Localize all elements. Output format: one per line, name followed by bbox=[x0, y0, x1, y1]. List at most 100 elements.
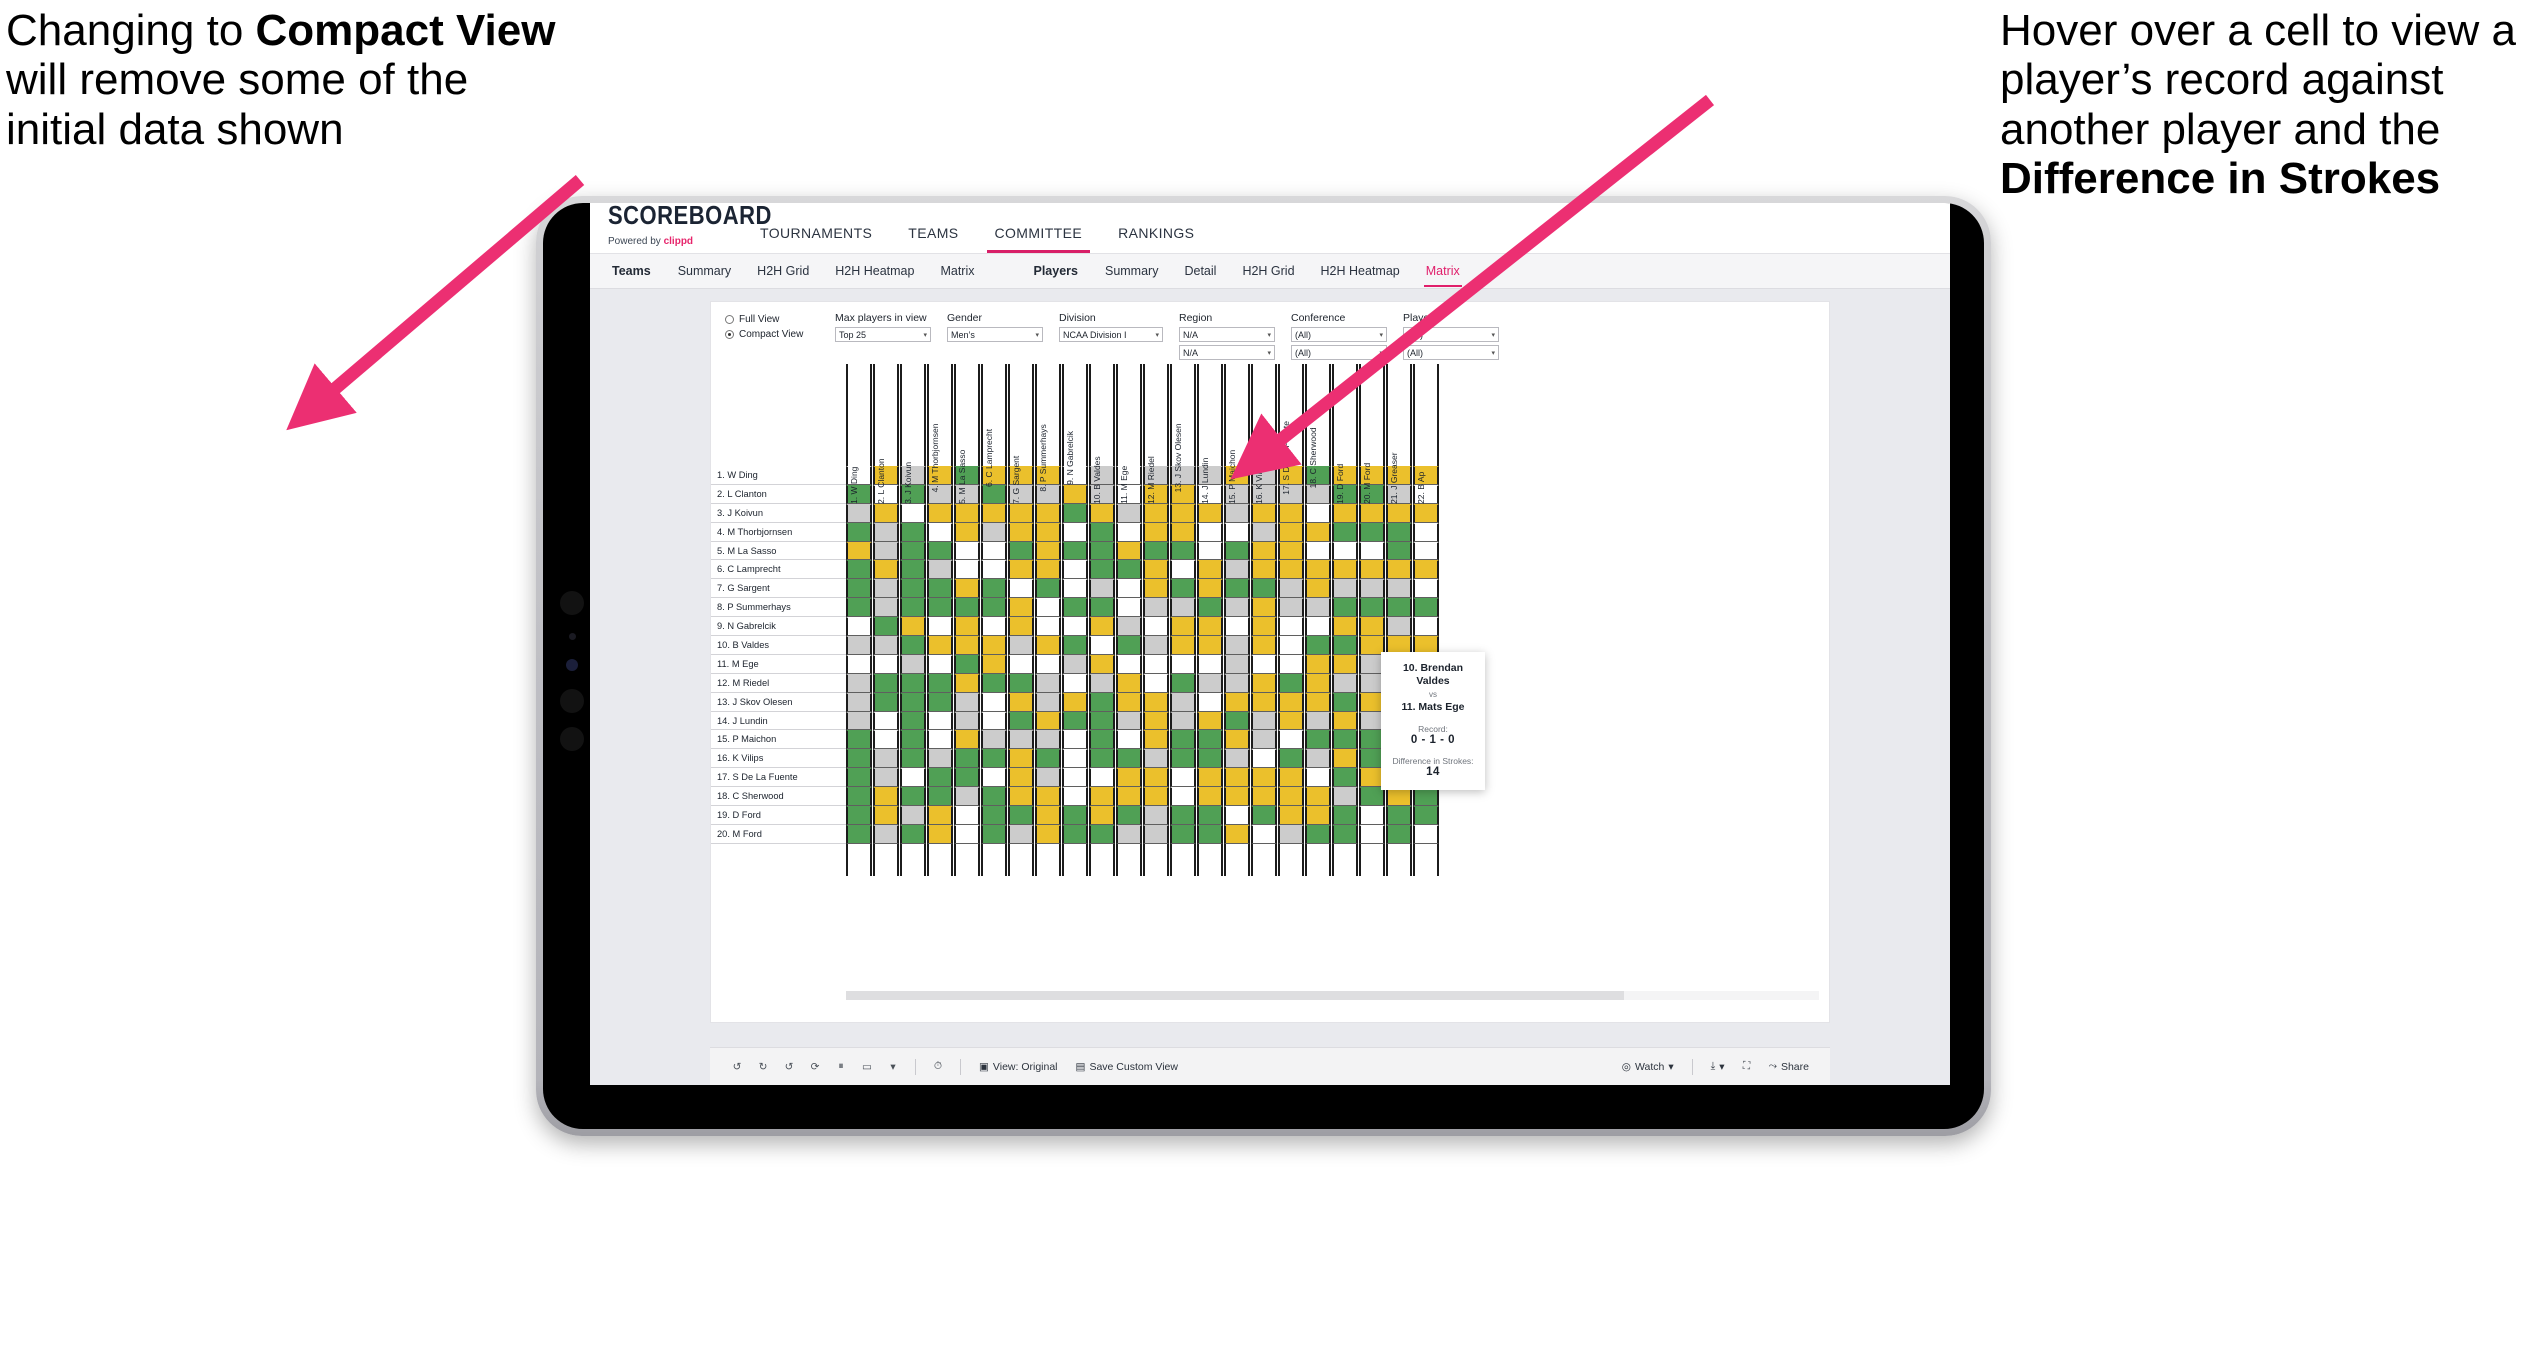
matrix-cell[interactable] bbox=[1305, 768, 1331, 788]
matrix-cell[interactable] bbox=[927, 617, 953, 637]
matrix-cell[interactable] bbox=[1116, 503, 1142, 523]
matrix-cell[interactable] bbox=[1251, 617, 1277, 637]
matrix-cell[interactable] bbox=[1062, 598, 1088, 618]
matrix-cell[interactable] bbox=[846, 541, 872, 561]
matrix-cell[interactable] bbox=[1116, 787, 1142, 807]
top-nav-tab-tournaments[interactable]: TOURNAMENTS bbox=[742, 225, 890, 253]
matrix-cell[interactable] bbox=[1332, 787, 1358, 807]
filter-gender-select[interactable]: Men’s ▾ bbox=[947, 327, 1043, 342]
matrix-cell[interactable] bbox=[1035, 560, 1061, 580]
matrix-cell[interactable] bbox=[1305, 598, 1331, 618]
matrix-cell[interactable] bbox=[1062, 579, 1088, 599]
matrix-cell[interactable] bbox=[1332, 824, 1358, 844]
matrix-cell[interactable] bbox=[1035, 541, 1061, 561]
matrix-cell[interactable] bbox=[981, 787, 1007, 807]
matrix-cell[interactable] bbox=[1278, 654, 1304, 674]
matrix-cell[interactable] bbox=[1062, 617, 1088, 637]
matrix-cell[interactable] bbox=[1062, 522, 1088, 542]
matrix-cell[interactable] bbox=[1197, 541, 1223, 561]
filter-region-select[interactable]: N/A ▾ bbox=[1179, 327, 1275, 342]
subnav-players-detail[interactable]: Detail bbox=[1171, 264, 1229, 278]
matrix-cell[interactable] bbox=[1062, 806, 1088, 825]
fullscreen-icon[interactable]: ⛶ bbox=[1734, 1054, 1760, 1080]
matrix-cell[interactable] bbox=[1305, 692, 1331, 712]
matrix-cell[interactable] bbox=[1359, 598, 1385, 618]
matrix-cell[interactable] bbox=[981, 522, 1007, 542]
matrix-cell[interactable] bbox=[846, 768, 872, 788]
matrix-cell[interactable] bbox=[927, 787, 953, 807]
matrix-cell[interactable] bbox=[1251, 560, 1277, 580]
matrix-cell[interactable] bbox=[1170, 749, 1196, 769]
matrix-cell[interactable] bbox=[1008, 806, 1034, 825]
matrix-cell[interactable] bbox=[873, 692, 899, 712]
matrix-cell[interactable] bbox=[1224, 824, 1250, 844]
matrix-cell[interactable] bbox=[1332, 579, 1358, 599]
matrix-cell[interactable] bbox=[954, 522, 980, 542]
matrix-cell[interactable] bbox=[1170, 636, 1196, 655]
matrix-cell[interactable] bbox=[1386, 617, 1412, 637]
matrix-cell[interactable] bbox=[1008, 522, 1034, 542]
subnav-teams-h2h-grid[interactable]: H2H Grid bbox=[744, 264, 822, 278]
subnav-players-matrix[interactable]: Matrix bbox=[1413, 264, 1473, 287]
revert-icon[interactable]: ↺ bbox=[776, 1054, 802, 1080]
subnav-teams-matrix[interactable]: Matrix bbox=[927, 264, 987, 278]
matrix-cell[interactable] bbox=[1008, 787, 1034, 807]
matrix-cell[interactable] bbox=[927, 749, 953, 769]
matrix-cell[interactable] bbox=[1170, 824, 1196, 844]
matrix-cell[interactable] bbox=[1143, 598, 1169, 618]
matrix-cell[interactable] bbox=[846, 749, 872, 769]
matrix-cell[interactable] bbox=[900, 711, 926, 731]
matrix-cell[interactable] bbox=[1197, 636, 1223, 655]
matrix-cell[interactable] bbox=[1089, 541, 1115, 561]
matrix-cell[interactable] bbox=[1251, 806, 1277, 825]
matrix-cell[interactable] bbox=[1413, 541, 1439, 561]
top-nav-tab-teams[interactable]: TEAMS bbox=[890, 225, 976, 253]
matrix-cell[interactable] bbox=[873, 654, 899, 674]
matrix-cell[interactable] bbox=[1008, 560, 1034, 580]
matrix-cell[interactable] bbox=[1089, 654, 1115, 674]
matrix-cell[interactable] bbox=[1197, 560, 1223, 580]
matrix-cell[interactable] bbox=[1143, 673, 1169, 693]
matrix-cell[interactable] bbox=[1305, 617, 1331, 637]
matrix-cell[interactable] bbox=[1305, 711, 1331, 731]
matrix-cell[interactable] bbox=[1305, 749, 1331, 769]
matrix-cell[interactable] bbox=[1035, 617, 1061, 637]
pause-refresh-icon[interactable]: ⏸ bbox=[828, 1054, 854, 1080]
matrix-cell[interactable] bbox=[1062, 636, 1088, 655]
matrix-cell[interactable] bbox=[954, 730, 980, 750]
matrix-cell[interactable] bbox=[954, 768, 980, 788]
matrix-cell[interactable] bbox=[1062, 787, 1088, 807]
matrix-cell[interactable] bbox=[981, 560, 1007, 580]
matrix-cell[interactable] bbox=[1224, 560, 1250, 580]
matrix-cell[interactable] bbox=[900, 617, 926, 637]
matrix-cell[interactable] bbox=[1278, 503, 1304, 523]
matrix-cell[interactable] bbox=[873, 617, 899, 637]
filter-region-select-2[interactable]: N/A ▾ bbox=[1179, 345, 1275, 360]
matrix-cell[interactable] bbox=[1089, 503, 1115, 523]
matrix-cell[interactable] bbox=[1143, 730, 1169, 750]
matrix-cell[interactable] bbox=[927, 806, 953, 825]
matrix-cell[interactable] bbox=[846, 824, 872, 844]
radio-full-view[interactable]: Full View bbox=[725, 314, 821, 325]
matrix-cell[interactable] bbox=[927, 730, 953, 750]
matrix-cell[interactable] bbox=[1413, 617, 1439, 637]
matrix-cell[interactable] bbox=[1197, 598, 1223, 618]
matrix-cell[interactable] bbox=[873, 503, 899, 523]
matrix-cell[interactable] bbox=[1251, 711, 1277, 731]
matrix-cell[interactable] bbox=[900, 560, 926, 580]
matrix-cell[interactable] bbox=[1305, 503, 1331, 523]
radio-compact-view[interactable]: Compact View bbox=[725, 329, 821, 340]
matrix-cell[interactable] bbox=[1278, 692, 1304, 712]
matrix-cell[interactable] bbox=[1062, 560, 1088, 580]
matrix-cell[interactable] bbox=[1035, 503, 1061, 523]
matrix-cell[interactable] bbox=[981, 730, 1007, 750]
matrix-cell[interactable] bbox=[846, 711, 872, 731]
matrix-cell[interactable] bbox=[1143, 654, 1169, 674]
matrix-cell[interactable] bbox=[1143, 692, 1169, 712]
matrix-cell[interactable] bbox=[900, 654, 926, 674]
matrix-cell[interactable] bbox=[1413, 806, 1439, 825]
matrix-cell[interactable] bbox=[1116, 806, 1142, 825]
matrix-cell[interactable] bbox=[900, 636, 926, 655]
matrix-cell[interactable] bbox=[927, 522, 953, 542]
matrix-cell[interactable] bbox=[1170, 711, 1196, 731]
